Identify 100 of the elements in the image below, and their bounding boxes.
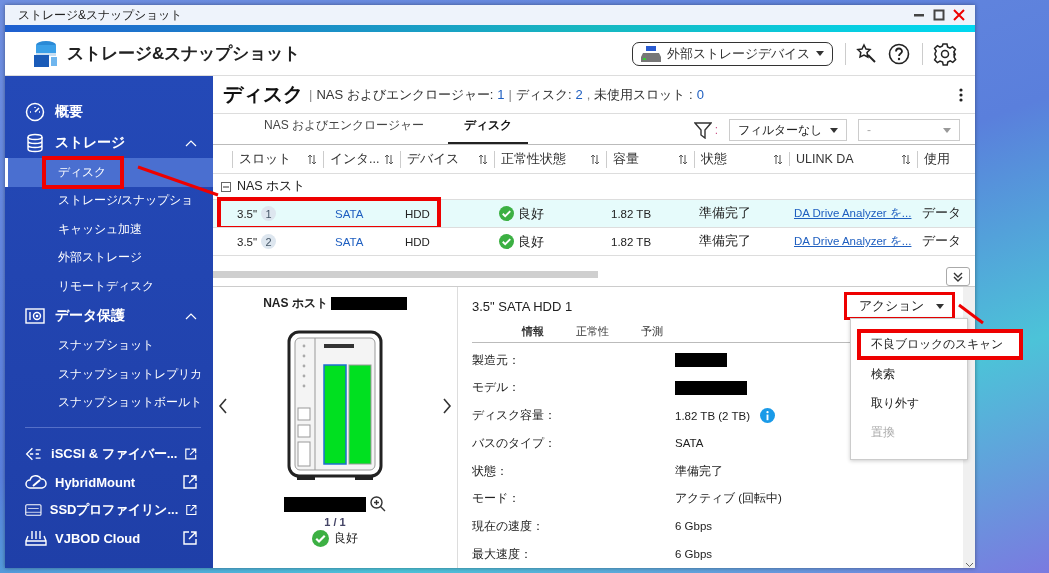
device-dropdown[interactable]: 外部ストレージデバイス [632, 41, 833, 66]
field-label: モード： [472, 490, 521, 508]
table-cell-text: 1.82 TB [610, 207, 653, 220]
sidebar-link[interactable]: iSCSI & ファイバー... [5, 440, 213, 468]
magic-wand-icon[interactable] [856, 42, 878, 65]
sort-icon[interactable] [384, 153, 394, 165]
sidebar-item[interactable]: 外部ストレージ [5, 243, 213, 272]
chevron-up-icon[interactable] [185, 312, 197, 320]
sidebar-link[interactable]: HybridMount [5, 468, 213, 496]
external-link-icon[interactable] [186, 503, 197, 517]
sidebar-item[interactable]: スナップショットレプリカ [5, 360, 213, 389]
sidebar-section[interactable]: 概要 [5, 96, 213, 127]
column-header[interactable]: 状態 [694, 150, 789, 168]
enclosure-title: NAS ホスト [263, 295, 328, 312]
analyzer-link[interactable]: DA Drive Analyzer を... [794, 206, 912, 221]
summary-label: NAS およびエンクロージャー: [316, 85, 494, 104]
external-link-icon[interactable] [185, 447, 197, 461]
field-value: 準備完了 [675, 463, 723, 479]
sidebar-item[interactable]: キャッシュ加速 [5, 215, 213, 244]
chevron-up-icon[interactable] [185, 138, 197, 147]
tab[interactable]: 情報 [522, 323, 544, 339]
analyzer-link[interactable]: DA Drive Analyzer を... [794, 234, 912, 249]
scroll-down-icon[interactable] [964, 562, 974, 568]
sort-icon[interactable] [590, 153, 600, 165]
tab[interactable]: ディスク [448, 117, 528, 144]
check-icon [499, 234, 514, 249]
field-label: 現在の速度： [472, 517, 545, 535]
table-row[interactable]: 3.5" 1 SATA HDD 良好 1.82 TB 準備完了 DA Drive Analyzer を... データ [213, 199, 975, 227]
tab[interactable]: 正常性 [576, 323, 609, 339]
caret-icon [830, 127, 838, 133]
column-header[interactable]: ULINK DA [789, 152, 917, 166]
table-cell-text: 1.82 TB [610, 235, 653, 248]
drive-icon [641, 45, 661, 62]
column-header[interactable]: スロット [232, 150, 323, 168]
summary-label: 未使用スロット : [594, 85, 693, 104]
cloud-icon [25, 473, 47, 491]
filter-icon[interactable] [693, 121, 712, 139]
field-value: SATA [675, 437, 704, 450]
table-cell-text: 準備完了 [698, 205, 752, 222]
column-header[interactable]: 容量 [606, 150, 694, 168]
next-button[interactable] [442, 398, 452, 414]
collapse-button[interactable] [946, 267, 970, 286]
menu-item[interactable]: 取り外す [851, 389, 967, 418]
help-icon[interactable] [888, 42, 910, 65]
column-header[interactable]: 正常性状態 [494, 150, 606, 168]
sort-icon[interactable] [678, 153, 688, 165]
info-icon[interactable] [760, 408, 775, 424]
sidebar-item[interactable]: スナップショット [5, 331, 213, 360]
field-value: 6 Gbps [675, 548, 713, 561]
collapse-icon[interactable] [221, 181, 231, 192]
gauge-icon [25, 101, 45, 122]
column-header[interactable]: 使用 [917, 150, 975, 168]
field-label: 状態： [472, 462, 509, 480]
sort-icon[interactable] [901, 153, 911, 165]
settings-icon[interactable] [933, 41, 957, 66]
summary-count: 0 [696, 87, 704, 102]
maximize-icon[interactable] [933, 9, 945, 21]
group-label: NAS ホスト [237, 178, 306, 195]
summary-label: ディスク: [516, 85, 572, 104]
action-button[interactable]: アクション [844, 292, 955, 321]
sort-icon[interactable] [307, 153, 317, 165]
column-header[interactable]: デバイス [400, 150, 494, 168]
more-icon[interactable] [959, 87, 963, 102]
zoom-in-icon[interactable] [370, 496, 386, 512]
database-icon [25, 132, 45, 153]
external-link-icon[interactable] [183, 531, 197, 545]
table-row[interactable]: 3.5" 2 SATA HDD 良好 1.82 TB 準備完了 DA Drive Analyzer を... データ [213, 227, 975, 255]
previous-button[interactable] [218, 398, 228, 414]
check-icon [499, 206, 514, 221]
tab[interactable]: 予測 [641, 323, 663, 339]
sort-icon[interactable] [478, 153, 488, 165]
external-link-icon[interactable] [183, 475, 197, 489]
scrollbar[interactable] [213, 271, 598, 278]
field-label: 製造元： [472, 351, 521, 369]
sidebar-section[interactable]: データ保護 [5, 300, 213, 332]
sidebar-item[interactable]: スナップショットボールト [5, 388, 213, 417]
close-icon[interactable] [953, 9, 965, 21]
field-value: 6 Gbps [675, 520, 713, 533]
sidebar-item[interactable]: ディスク [5, 158, 213, 187]
caret-icon [816, 51, 824, 56]
filter-separator: : [714, 123, 718, 137]
caret-icon [936, 303, 944, 309]
double-chevron-icon[interactable] [952, 270, 964, 283]
window-title: ストレージ&スナップショット [18, 6, 182, 24]
column-header[interactable]: インタ... [323, 150, 400, 168]
sidebar-link[interactable]: SSDプロファイリン... [5, 496, 213, 524]
table-cell-text: データ [921, 233, 962, 250]
filter-dropdown[interactable]: フィルターなし [729, 119, 847, 141]
slot-size: 3.5" [237, 207, 258, 220]
table-cell-text: HDD [404, 207, 431, 220]
sidebar-item[interactable]: リモートディスク [5, 272, 213, 301]
sidebar-link[interactable]: VJBOD Cloud [5, 524, 213, 552]
tab[interactable]: NAS およびエンクロージャー [248, 117, 440, 144]
sidebar-section[interactable]: ストレージ [5, 127, 213, 158]
menu-item[interactable]: 検索 [851, 360, 967, 389]
sort-icon[interactable] [773, 153, 783, 165]
menu-item[interactable]: 不良ブロックのスキャン [857, 329, 1023, 360]
sidebar-item[interactable]: ストレージ/スナップショ [5, 186, 213, 215]
field-label: ディスク容量： [472, 407, 557, 425]
summary-count: 2 [575, 87, 583, 102]
